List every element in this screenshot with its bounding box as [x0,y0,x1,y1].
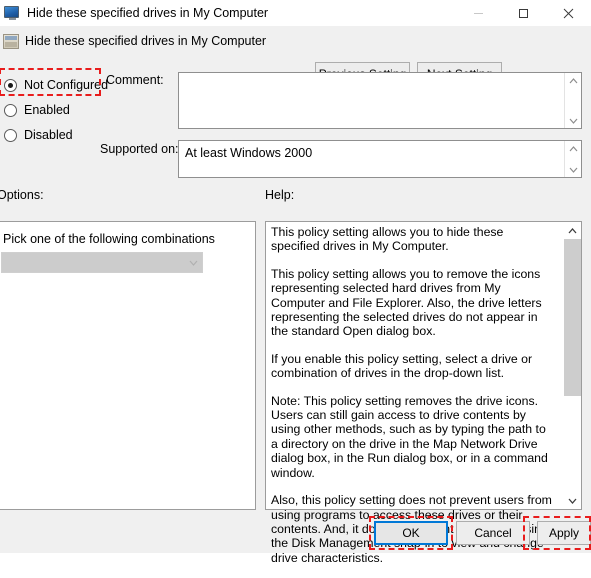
supported-on-scrollbar[interactable] [564,141,581,177]
policy-setting-icon [3,34,19,49]
state-section: Not Configured Enabled Disabled Comment:… [0,64,591,184]
options-section-label: Options: [0,188,44,202]
help-paragraph: Note: This policy setting removes the dr… [271,393,548,480]
monitor-icon [4,5,20,21]
drive-combination-select[interactable] [1,252,203,273]
setting-header: Hide these specified drives in My Comput… [0,26,591,85]
apply-button[interactable]: Apply [537,521,591,545]
cancel-button[interactable]: Cancel [456,521,530,545]
radio-disabled[interactable]: Disabled [4,127,73,143]
scroll-down-arrow[interactable] [565,162,582,177]
title-bar: Hide these specified drives in My Comput… [0,0,591,26]
supported-on-label: Supported on: [100,142,179,156]
options-panel: Pick one of the following combinations [0,221,256,510]
supported-on-value: At least Windows 2000 [185,146,313,160]
setting-title: Hide these specified drives in My Comput… [25,34,267,48]
comment-textarea[interactable] [178,72,582,129]
scroll-down-arrow[interactable] [564,492,581,509]
policy-setting-dialog: Hide these specified drives in My Comput… [0,0,591,565]
scroll-down-arrow[interactable] [565,113,582,128]
radio-enabled-mark [4,103,17,117]
window-controls [456,0,591,26]
comment-scrollbar[interactable] [564,73,581,128]
supported-on-field: At least Windows 2000 [178,140,582,178]
help-paragraph: This policy setting allows you to hide t… [271,225,504,254]
options-instruction: Pick one of the following combinations [3,232,215,246]
ok-button[interactable]: OK [374,521,448,545]
help-paragraph: If you enable this policy setting, selec… [271,351,533,381]
radio-disabled-mark [4,128,17,142]
help-panel: This policy setting allows you to hide t… [265,221,582,565]
radio-enabled[interactable]: Enabled [4,102,70,118]
scroll-up-arrow[interactable] [565,73,582,88]
radio-disabled-label: Disabled [24,128,73,142]
radio-not-configured-label: Not Configured [24,78,109,92]
scroll-up-arrow[interactable] [565,141,582,156]
radio-not-configured-mark [4,78,17,92]
comment-label: Comment: [106,73,164,87]
maximize-button[interactable] [501,0,546,26]
radio-not-configured[interactable]: Not Configured [4,77,108,93]
window-title: Hide these specified drives in My Comput… [27,6,269,20]
minimize-button[interactable] [456,0,501,26]
radio-enabled-label: Enabled [24,103,70,117]
help-paragraph: This policy setting allows you to remove… [271,266,542,339]
help-scrollbar[interactable] [564,222,581,509]
help-scroll-track[interactable] [564,239,581,492]
help-section-label: Help: [265,188,295,202]
chevron-down-icon [185,253,202,272]
help-scroll-thumb[interactable] [564,239,581,396]
scroll-up-arrow[interactable] [564,222,581,239]
close-button[interactable] [546,0,591,26]
